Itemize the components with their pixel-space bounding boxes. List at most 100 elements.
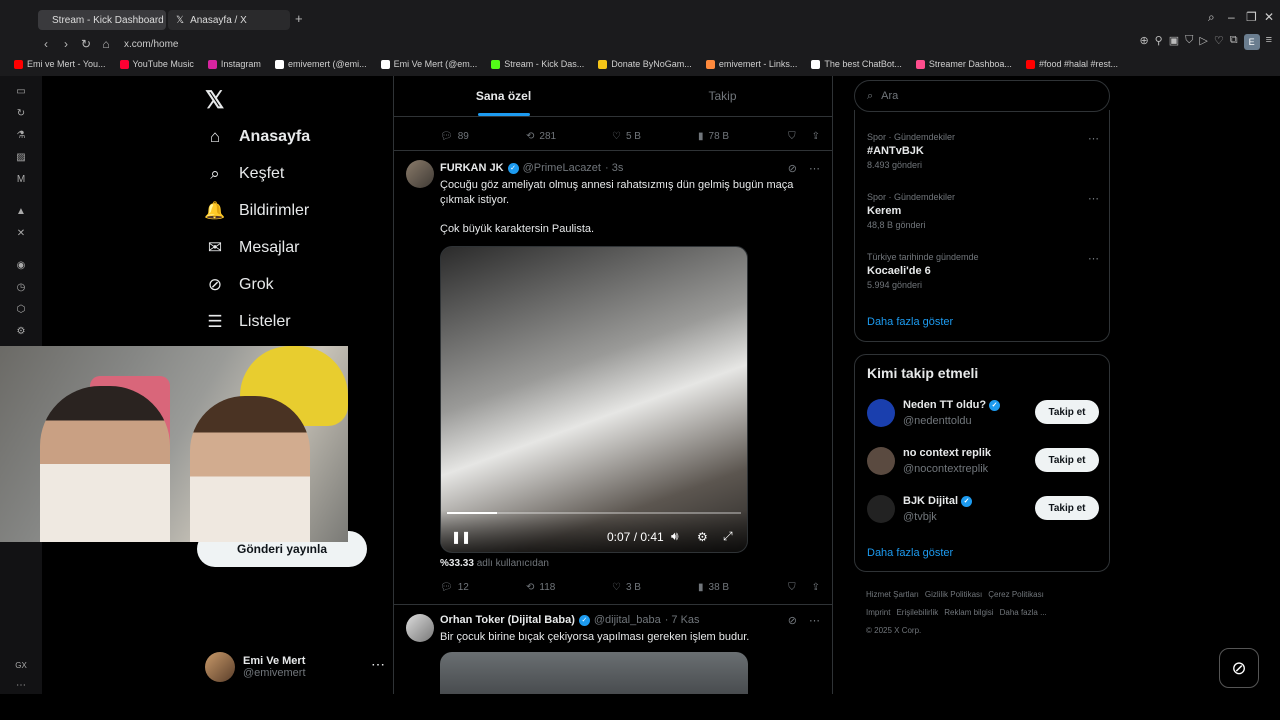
- footer-link[interactable]: Daha fazla ...: [1000, 608, 1047, 617]
- restore-icon[interactable]: ❐: [1246, 10, 1257, 24]
- more-icon[interactable]: ⋯: [809, 614, 820, 627]
- reload-icon[interactable]: ↻: [76, 37, 96, 51]
- bookmark-item[interactable]: Emi ve Mert - You...: [14, 56, 106, 72]
- rail-icon-5[interactable]: M: [15, 174, 27, 186]
- rail-icon-7[interactable]: ◉: [15, 260, 27, 272]
- follow-button[interactable]: Takip et: [1035, 496, 1099, 520]
- nav-item-1[interactable]: ⌕ Keşfet: [205, 159, 284, 189]
- more-icon[interactable]: ⋯: [371, 656, 385, 673]
- share-icon[interactable]: ⇪: [812, 131, 820, 142]
- video-progress-bar[interactable]: [447, 512, 741, 514]
- bookmark-item[interactable]: The best ChatBot...: [811, 56, 902, 72]
- rail-icon-settings[interactable]: ⚙: [15, 326, 27, 338]
- search-tabs-icon[interactable]: ⌕: [1208, 10, 1215, 25]
- views-button[interactable]: ▮ 38 B: [698, 582, 784, 593]
- more-icon[interactable]: ⋯: [1088, 252, 1099, 265]
- video-player[interactable]: ❚❚ 0:07 / 0:41 🔊︎ ⚙ ⤢: [440, 246, 748, 553]
- footer-link[interactable]: Hizmet Şartları: [866, 590, 919, 599]
- back-icon[interactable]: ‹: [36, 37, 56, 51]
- bookmark-item[interactable]: Stream - Kick Das...: [491, 56, 584, 72]
- bookmark-icon[interactable]: ⛉: [788, 582, 796, 593]
- grok-icon[interactable]: ⊘: [788, 614, 797, 627]
- tab-kick-dashboard[interactable]: Stream - Kick Dashboard: [38, 10, 166, 30]
- trend-item[interactable]: Spor · Gündemdekiler #ANTvBJK 8.493 gönder…: [867, 132, 1099, 170]
- tab-for-you[interactable]: Sana özel: [394, 76, 613, 116]
- fullscreen-icon[interactable]: ⤢: [723, 529, 733, 544]
- avatar[interactable]: [867, 447, 895, 475]
- footer-link[interactable]: Erişilebilirlik: [896, 608, 938, 617]
- account-name[interactable]: Neden TT oldu?: [903, 399, 986, 411]
- search-input[interactable]: ⌕ Ara: [854, 80, 1110, 112]
- profile-badge[interactable]: E: [1243, 34, 1260, 50]
- show-more-link[interactable]: Daha fazla göster: [867, 316, 953, 328]
- address-bar[interactable]: x.com/home: [124, 39, 178, 50]
- avatar[interactable]: [867, 399, 895, 427]
- account-handle[interactable]: @nocontextreplik: [903, 463, 988, 475]
- volume-icon[interactable]: 🔊︎: [671, 529, 679, 544]
- zoom-icon[interactable]: ⊕: [1139, 34, 1148, 50]
- gear-icon[interactable]: ⚙: [697, 530, 708, 544]
- tweet-time[interactable]: · 7 Kas: [665, 614, 700, 626]
- new-tab-button[interactable]: +: [295, 11, 303, 26]
- trend-item[interactable]: Türkiye tarihinde gündemde Kocaeli'de 6 5.…: [867, 252, 1099, 290]
- author-handle[interactable]: @PrimeLacazet: [523, 162, 601, 174]
- screenshot-icon[interactable]: ▣: [1169, 34, 1179, 50]
- bookmark-item[interactable]: YouTube Music: [119, 56, 194, 72]
- who-to-follow-item[interactable]: no context replik @nocontextreplik Takip e…: [867, 445, 1099, 477]
- footer-link[interactable]: © 2025 X Corp.: [866, 626, 921, 635]
- account-handle[interactable]: @nedenttoldu: [903, 415, 972, 427]
- grok-icon[interactable]: ⊘: [788, 162, 797, 175]
- x-logo-icon[interactable]: 𝕏: [205, 86, 224, 115]
- avatar[interactable]: [867, 495, 895, 523]
- author-handle[interactable]: @dijital_baba: [594, 614, 661, 626]
- minimize-icon[interactable]: –: [1228, 10, 1235, 24]
- rail-icon-2[interactable]: ↻: [15, 108, 27, 120]
- footer-link[interactable]: Reklam bilgisi: [944, 608, 993, 617]
- author-name[interactable]: Orhan Toker (Dijital Baba): [440, 614, 575, 626]
- like-button[interactable]: ♡ 3 B: [612, 582, 698, 593]
- nav-item-2[interactable]: 🔔 Bildirimler: [204, 196, 309, 226]
- rail-icon-3[interactable]: ⚗: [15, 130, 27, 142]
- rail-icon-8[interactable]: ⬡: [15, 304, 27, 316]
- avatar[interactable]: [406, 160, 434, 188]
- share-icon[interactable]: ⇪: [812, 582, 820, 593]
- repost-button[interactable]: ⟲ 281: [526, 131, 612, 142]
- bookmark-item[interactable]: Emi Ve Mert (@em...: [380, 56, 477, 72]
- bookmark-item[interactable]: Donate ByNoGam...: [598, 56, 692, 72]
- nav-item-3[interactable]: ✉ Mesajlar: [205, 233, 300, 263]
- show-more-link[interactable]: Daha fazla göster: [867, 547, 953, 559]
- author-name[interactable]: FURKAN JK: [440, 162, 504, 174]
- shield-icon[interactable]: ⛉: [1185, 34, 1193, 50]
- account-name[interactable]: BJK Dijital: [903, 495, 958, 507]
- who-to-follow-item[interactable]: BJK Dijital ✓ @tvbjk Takip et: [867, 493, 1099, 525]
- pause-icon[interactable]: ❚❚: [451, 530, 471, 544]
- nav-item-5[interactable]: ☰ Listeler: [205, 307, 290, 337]
- tweet-time[interactable]: · 3s: [605, 162, 623, 174]
- trend-item[interactable]: Spor · Gündemdekiler Kerem 48,8 B gönderi ⋯: [867, 192, 1099, 230]
- reply-button[interactable]: 💬︎ 89: [440, 131, 526, 142]
- play-icon[interactable]: ▷: [1199, 34, 1207, 50]
- account-name[interactable]: no context replik: [903, 447, 991, 459]
- reply-button[interactable]: 💬︎ 12: [440, 582, 526, 593]
- repost-button[interactable]: ⟲ 118: [526, 582, 612, 593]
- account-handle[interactable]: @tvbjk: [903, 511, 937, 523]
- heart-icon[interactable]: ♡: [1214, 34, 1224, 50]
- views-button[interactable]: ▮ 78 B: [698, 131, 784, 142]
- bookmark-icon[interactable]: ⛉: [788, 131, 796, 142]
- rail-icon-x[interactable]: ✕: [15, 228, 27, 240]
- rail-icon-1[interactable]: ▭: [15, 86, 27, 98]
- more-icon[interactable]: ⋯: [809, 162, 820, 175]
- avatar[interactable]: [406, 614, 434, 642]
- menu-icon[interactable]: ≡: [1266, 34, 1272, 50]
- rail-icon-4[interactable]: ▨: [15, 152, 27, 164]
- tweet-media[interactable]: [440, 652, 748, 694]
- tweet[interactable]: FURKAN JK ✓ @PrimeLacazet · 3s ⊘ ⋯ Çocuğ…: [394, 150, 832, 602]
- extensions-icon[interactable]: ⧉: [1230, 34, 1238, 50]
- bookmark-item[interactable]: emivemert (@emi...: [274, 56, 367, 72]
- tab-following[interactable]: Takip: [613, 76, 832, 116]
- nav-item-4[interactable]: ⊘ Grok: [205, 270, 274, 300]
- like-button[interactable]: ♡ 5 B: [612, 131, 698, 142]
- bookmark-item[interactable]: Instagram: [207, 56, 261, 72]
- home-browser-icon[interactable]: ⌂: [96, 37, 116, 51]
- who-to-follow-item[interactable]: Neden TT oldu? ✓ @nedenttoldu Takip et: [867, 397, 1099, 429]
